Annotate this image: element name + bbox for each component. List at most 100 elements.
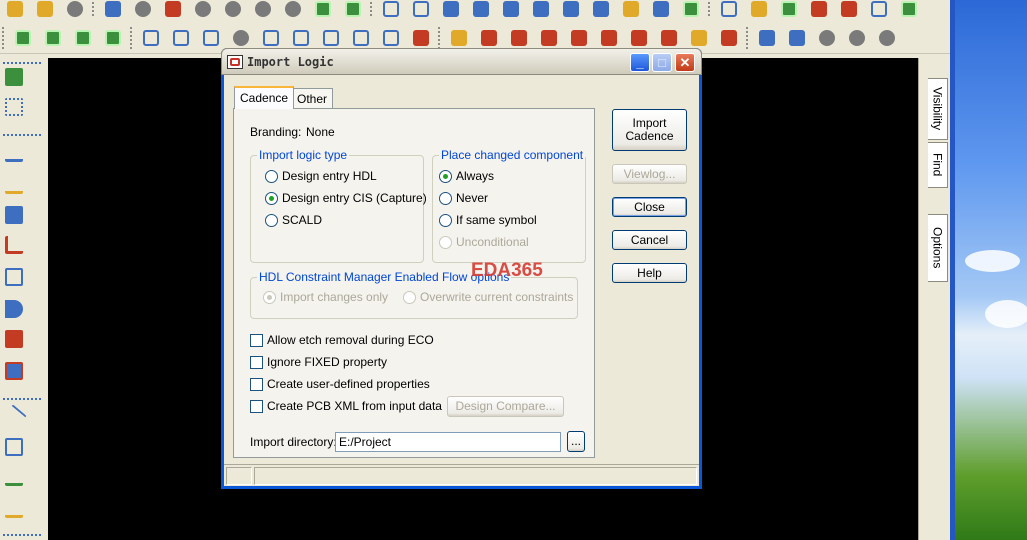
zoom-prev-icon[interactable] [530, 0, 552, 18]
3d-view-icon[interactable] [650, 0, 672, 18]
spread-icon[interactable] [5, 330, 25, 350]
checkbox-create-pcb-xml[interactable]: Create PCB XML from input data [250, 399, 442, 413]
radio-design-entry-hdl[interactable]: Design entry HDL [265, 169, 377, 183]
dim-balloon-icon[interactable] [688, 27, 710, 49]
add-rect-icon[interactable] [170, 27, 192, 49]
browse-button[interactable]: ... [567, 431, 585, 452]
add-text-icon[interactable] [5, 468, 25, 488]
place-icon[interactable] [72, 27, 94, 49]
toolbar-grip[interactable] [438, 26, 440, 49]
route-icon[interactable] [42, 27, 64, 49]
radio-design-entry-cis[interactable]: Design entry CIS (Capture) [265, 191, 427, 205]
toolbar-grip[interactable] [3, 134, 41, 136]
toolbar-grip[interactable] [92, 0, 94, 18]
dim-angle-icon[interactable] [568, 27, 590, 49]
toolbar-grip[interactable] [130, 26, 132, 49]
tab-other[interactable]: Other [291, 88, 334, 109]
add-connect-icon[interactable] [5, 144, 25, 164]
pin-icon[interactable] [342, 0, 364, 18]
autoroute-icon[interactable] [5, 362, 25, 382]
dialog-title-bar[interactable]: Import Logic _ □ ✕ [221, 48, 702, 75]
toolbar-grip[interactable] [3, 62, 41, 64]
new-file-icon[interactable] [4, 0, 26, 18]
odb-export-icon[interactable] [756, 27, 778, 49]
import-directory-input[interactable] [335, 432, 561, 452]
add-arc-icon[interactable] [290, 27, 312, 49]
fanout-icon[interactable] [5, 300, 25, 320]
tab-options[interactable]: Options [928, 214, 948, 282]
u1-icon[interactable] [5, 98, 25, 118]
toolbar-grip[interactable] [3, 398, 41, 400]
table-icon[interactable] [868, 0, 890, 18]
spreadsheet-icon[interactable] [838, 0, 860, 18]
dim-leader-icon[interactable] [658, 27, 680, 49]
custom-smooth-icon[interactable] [5, 206, 25, 226]
radio-never[interactable]: Never [439, 191, 488, 205]
radio-always[interactable]: Always [439, 169, 494, 183]
toolbar-grip[interactable] [746, 26, 748, 49]
delete-icon[interactable] [162, 0, 184, 18]
copy-icon[interactable] [132, 0, 154, 18]
refresh-icon[interactable] [102, 27, 124, 49]
unrip-icon[interactable] [252, 0, 274, 18]
radio-if-same-symbol[interactable]: If same symbol [439, 213, 537, 227]
chip-icon[interactable] [876, 27, 898, 49]
grid-icon[interactable] [718, 0, 740, 18]
shape-icon[interactable] [312, 0, 334, 18]
dim-linear-icon[interactable] [478, 27, 500, 49]
quickplace-icon[interactable] [778, 0, 800, 18]
add-circle-icon[interactable] [200, 27, 222, 49]
redo-icon[interactable] [222, 0, 244, 18]
merge-shapes-icon[interactable] [410, 27, 432, 49]
toolbar-grip[interactable] [370, 0, 372, 18]
toolbar-grip[interactable] [708, 0, 710, 18]
checkbox-ignore-fixed[interactable]: Ignore FIXED property [250, 355, 387, 369]
add-rect-tool-icon[interactable] [5, 438, 25, 458]
open-file-icon[interactable] [34, 0, 56, 18]
place-component-icon[interactable] [5, 68, 25, 88]
color-icon[interactable] [680, 0, 702, 18]
dim-chamfer-icon[interactable] [538, 27, 560, 49]
shape-edit-icon[interactable] [380, 27, 402, 49]
board-icon[interactable] [380, 0, 402, 18]
toolbar-grip[interactable] [3, 534, 41, 536]
zoom-out-icon[interactable] [500, 0, 522, 18]
dim-diameter-icon[interactable] [718, 27, 740, 49]
camera-icon[interactable] [846, 27, 868, 49]
import-cadence-button[interactable]: Import Cadence [612, 109, 687, 151]
slide-icon[interactable] [5, 176, 25, 196]
undo-icon[interactable] [192, 0, 214, 18]
library-icon[interactable] [786, 27, 808, 49]
edit-text-icon[interactable] [5, 500, 25, 520]
add-frect-icon[interactable] [260, 27, 282, 49]
checkbox-allow-etch-removal[interactable]: Allow etch removal during ECO [250, 333, 434, 347]
vertex-icon[interactable] [5, 268, 25, 288]
delay-tune-icon[interactable] [5, 236, 25, 256]
maximize-button[interactable]: □ [652, 53, 672, 72]
tab-find[interactable]: Find [928, 142, 948, 188]
redraw-icon[interactable] [620, 0, 642, 18]
toolbar-grip[interactable] [2, 26, 4, 49]
zoom-fit-icon[interactable] [440, 0, 462, 18]
signal-icon[interactable] [816, 27, 838, 49]
dim-datum-icon[interactable] [508, 27, 530, 49]
placement-icon[interactable] [748, 0, 770, 18]
add-line-icon[interactable] [140, 27, 162, 49]
checkbox-user-defined-properties[interactable]: Create user-defined properties [250, 377, 430, 391]
move-icon[interactable] [102, 0, 124, 18]
zoom-world-icon[interactable] [560, 0, 582, 18]
drc-icon[interactable] [898, 0, 920, 18]
layers-icon[interactable] [410, 0, 432, 18]
stack-icon[interactable] [808, 0, 830, 18]
zoom-center-icon[interactable] [590, 0, 612, 18]
close-button[interactable]: Close [612, 197, 687, 217]
shape-add-icon[interactable] [320, 27, 342, 49]
save-icon[interactable] [64, 0, 86, 18]
tab-visibility[interactable]: Visibility [928, 78, 948, 140]
minimize-button[interactable]: _ [630, 53, 650, 72]
tab-cadence[interactable]: Cadence [234, 86, 295, 109]
close-window-button[interactable]: ✕ [675, 53, 695, 72]
cancel-button[interactable]: Cancel [612, 230, 687, 250]
add-component-icon[interactable] [12, 27, 34, 49]
help-button[interactable]: Help [612, 263, 687, 283]
